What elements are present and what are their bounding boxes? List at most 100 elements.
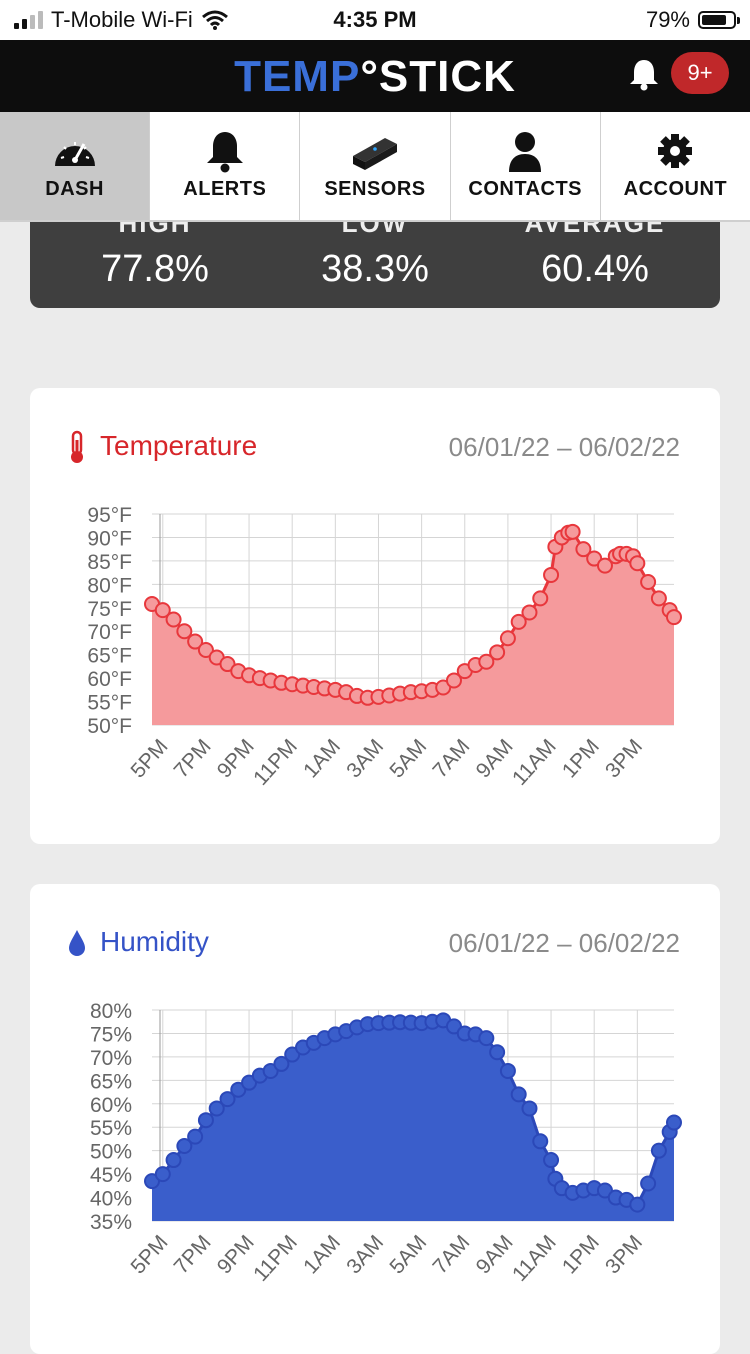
humidity-data-point [154,1166,171,1183]
humidity-x-tick-label: 11AM [508,1231,561,1286]
humidity-data-point [165,1152,182,1169]
temperature-y-tick-label: 50°F [87,715,132,738]
tab-alerts[interactable]: ALERTS [150,112,301,220]
humidity-y-tick-label: 50% [90,1141,132,1164]
temperature-x-tick-label: 3AM [342,735,388,782]
status-bar: T-Mobile Wi-Fi 4:35 PM 79% [0,0,750,40]
humidity-data-point [640,1175,657,1192]
temperature-data-point [499,630,516,647]
temperature-x-tick-label: 7AM [428,735,474,782]
humidity-data-point [478,1030,495,1047]
humidity-y-tick-label: 55% [90,1117,132,1140]
temperature-data-point [532,590,549,607]
stat-high-label: HIGH [118,222,192,238]
temperature-data-point [640,573,657,590]
humidity-x-tick-label: 3AM [342,1231,388,1278]
temperature-y-tick-label: 80°F [87,574,132,597]
stat-average-value: 60.4% [541,248,649,290]
humidity-stats-summary: HIGH 77.8% LOW 38.3% AVERAGE 60.4% [30,222,720,308]
humidity-x-tick-label: 7AM [428,1231,474,1278]
clock: 4:35 PM [333,7,417,32]
battery-percent: 79% [645,7,690,32]
humidity-y-tick-label: 60% [90,1094,132,1117]
temperature-data-point [521,604,538,621]
humidity-y-tick-label: 35% [90,1211,132,1234]
notification-badge[interactable]: 9+ [671,52,729,94]
temperature-data-point [666,609,682,626]
humidity-data-point [187,1128,204,1145]
humidity-data-point [532,1133,549,1150]
tab-contacts[interactable]: CONTACTS [451,112,601,220]
tab-alerts-label: ALERTS [183,178,267,200]
humidity-y-tick-label: 45% [90,1164,132,1187]
temperature-x-tick-label: 1AM [299,735,345,782]
humidity-x-tick-label: 1PM [558,1231,604,1278]
temperature-y-tick-label: 85°F [87,551,132,574]
stat-low-value: 38.3% [321,248,429,290]
temperature-y-tick-label: 55°F [87,692,132,715]
tab-sensors[interactable]: SENSORS [300,112,451,220]
stat-high-value: 77.8% [101,248,209,290]
tab-dash-label: DASH [45,178,104,200]
humidity-data-point [666,1114,682,1131]
bell-icon [206,132,243,173]
humidity-y-tick-label: 70% [90,1047,132,1070]
temperature-x-tick-label: 5AM [385,735,431,782]
main-tab-bar: DASH ALERTS SENSORS CONTACTS ACCOUNT [0,112,750,222]
temperature-x-tick-label: 3PM [601,735,647,782]
temperature-data-point [489,644,506,661]
temperature-data-point [564,523,581,540]
humidity-data-point [499,1062,516,1079]
temperature-x-tick-label: 11AM [508,735,561,790]
tab-account[interactable]: ACCOUNT [601,112,750,220]
tab-dash[interactable]: DASH [0,112,151,220]
humidity-card[interactable]: Humidity 06/01/22 – 06/02/22 80% 75% 70% 65… [30,884,720,1354]
humidity-y-tick-label: 40% [90,1188,132,1211]
temperature-x-tick-label: 7PM [170,735,216,782]
humidity-x-tick-label: 5PM [127,1231,173,1278]
temperature-y-tick-label: 75°F [87,598,132,621]
stat-average-label: AVERAGE [524,222,666,238]
tab-account-label: ACCOUNT [623,178,728,200]
temperature-y-tick-label: 90°F [87,527,132,550]
humidity-data-point [510,1086,527,1103]
temperature-y-tick-label: 60°F [87,668,132,691]
humidity-x-tick-label: 11PM [249,1231,302,1286]
tab-sensors-label: SENSORS [324,178,426,200]
temperature-chart: 95°F90°F85°F80°F75°F70°F65°F60°F55°F50°F… [87,504,682,790]
humidity-data-point [197,1112,214,1129]
temperature-data-point [650,590,667,607]
temperature-x-tick-label: 11PM [249,735,302,790]
battery-group: 79% [645,7,740,33]
gauge-icon [54,142,95,166]
temperature-y-tick-label: 65°F [87,645,132,668]
temperature-y-tick-label: 70°F [87,621,132,644]
person-icon [509,132,542,172]
sensor-icon [353,138,397,170]
stat-low-label: LOW [341,222,409,238]
notifications-bell-icon[interactable] [626,56,662,92]
temperature-x-tick-label: 5PM [127,735,173,782]
humidity-x-tick-label: 1AM [299,1231,345,1278]
humidity-x-tick-label: 3PM [601,1231,647,1278]
humidity-data-point [650,1142,667,1159]
humidity-data-point [489,1044,506,1061]
temperature-data-point [629,555,646,572]
humidity-x-tick-label: 7PM [170,1231,216,1278]
humidity-data-point [521,1100,538,1117]
humidity-data-point [629,1196,646,1213]
humidity-x-tick-label: 5AM [385,1231,431,1278]
humidity-y-tick-label: 75% [90,1023,132,1046]
humidity-y-tick-label: 65% [90,1070,132,1093]
temperature-card[interactable]: Temperature 06/01/22 – 06/02/22 95°F 90°F… [30,388,720,844]
temperature-y-tick-label: 95°F [87,504,132,527]
humidity-data-point [543,1152,560,1169]
humidity-y-tick-label: 80% [90,1000,132,1023]
temperature-data-point [165,611,182,628]
temperature-data-point [543,566,560,583]
app-header: TEMP°STICK 9+ [0,40,750,112]
tab-contacts-label: CONTACTS [468,178,583,200]
humidity-chart: 80%75%70%65%60%55%50%45%40%35%5PM7PM9PM1… [90,1000,682,1286]
temperature-x-tick-label: 1PM [558,735,604,782]
gear-icon [658,134,693,168]
